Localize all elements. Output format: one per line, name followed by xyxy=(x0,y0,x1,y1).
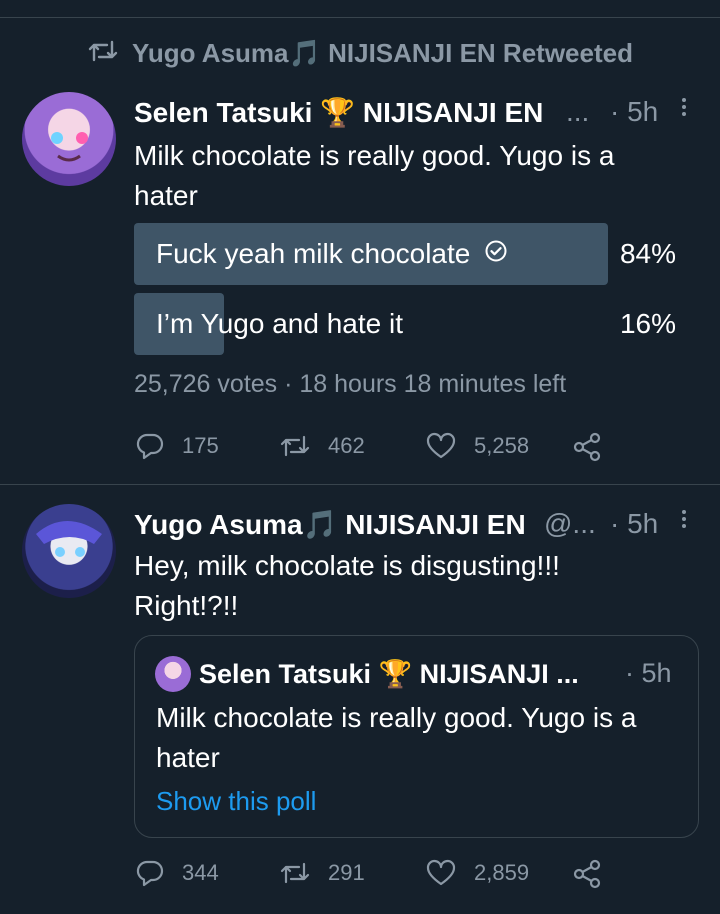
tweet1-reply-button[interactable]: 175 xyxy=(136,432,219,460)
selen-avatar[interactable] xyxy=(22,92,116,186)
retweet-icon xyxy=(280,432,310,460)
quoted-tweet[interactable]: Selen Tatsuki 🏆 NIJISANJI ... · 5h Milk … xyxy=(134,635,699,838)
tweet1-time[interactable]: · 5h xyxy=(610,96,658,128)
tweet2-retweet-button[interactable]: 291 xyxy=(280,859,365,887)
tweet2-text: Hey, milk chocolate is disgusting!!! Rig… xyxy=(134,550,560,621)
heart-icon xyxy=(426,859,456,887)
retweet-header[interactable]: Yugo Asuma🎵 NIJISANJI EN Retweeted xyxy=(88,38,633,69)
tweet2-share-button[interactable] xyxy=(572,859,602,889)
poll-option-1[interactable]: Fuck yeah milk chocolate xyxy=(156,238,508,270)
retweet-text: Yugo Asuma🎵 NIJISANJI EN Retweeted xyxy=(132,38,633,68)
show-poll-link[interactable]: Show this poll xyxy=(156,786,316,817)
top-divider xyxy=(0,17,720,18)
tweet2-like-button[interactable]: 2,859 xyxy=(426,859,529,887)
tweet2-author-name[interactable]: Yugo Asuma🎵 NIJISANJI EN xyxy=(134,508,526,541)
tweet2-more-icon[interactable] xyxy=(682,510,688,531)
tweet1-retweet-count: 462 xyxy=(328,433,365,458)
poll-meta: 25,726 votes · 18 hours 18 minutes left xyxy=(134,370,567,398)
tweet1-retweet-button[interactable]: 462 xyxy=(280,432,365,460)
tweet1-handle[interactable]: ... xyxy=(566,96,589,128)
share-icon xyxy=(572,432,602,462)
tweet1-reply-count: 175 xyxy=(182,433,219,458)
quoted-avatar xyxy=(155,656,191,692)
quoted-text: Milk chocolate is really good. Yugo is a… xyxy=(156,702,637,773)
quoted-time: · 5h xyxy=(625,658,672,688)
tweet1-text: Milk chocolate is really good. Yugo is a… xyxy=(134,140,615,211)
retweet-icon xyxy=(88,38,118,69)
tweet1-more-icon[interactable] xyxy=(682,98,688,119)
poll-option-1-percent: 84% xyxy=(619,238,676,269)
poll-option-1-label: Fuck yeah milk chocolate xyxy=(156,238,471,269)
tweet1-like-count: 5,258 xyxy=(474,433,530,458)
reply-icon xyxy=(136,859,164,887)
tweet2-reply-count: 344 xyxy=(182,860,219,885)
tweet2-handle[interactable]: @... xyxy=(544,508,596,540)
reply-icon xyxy=(136,432,164,460)
tweet2-time[interactable]: · 5h xyxy=(610,508,658,540)
heart-icon xyxy=(426,432,456,460)
poll-option-2-percent: 16% xyxy=(619,308,676,339)
share-icon xyxy=(572,859,602,889)
check-circle-icon xyxy=(484,238,508,270)
tweet2-retweet-count: 291 xyxy=(328,860,365,885)
retweet-icon xyxy=(280,859,310,887)
tweet2-like-count: 2,859 xyxy=(474,860,530,885)
tweet2-reply-button[interactable]: 344 xyxy=(136,859,219,887)
poll-option-2-label[interactable]: I’m Yugo and hate it xyxy=(156,308,403,340)
tweet-divider xyxy=(0,484,720,485)
tweet1-share-button[interactable] xyxy=(572,432,602,462)
quoted-author-name: Selen Tatsuki 🏆 NIJISANJI ... xyxy=(199,659,579,689)
tweet1-author-name[interactable]: Selen Tatsuki 🏆 NIJISANJI EN xyxy=(134,96,543,129)
yugo-avatar[interactable] xyxy=(22,504,116,598)
tweet1-like-button[interactable]: 5,258 xyxy=(426,432,529,460)
